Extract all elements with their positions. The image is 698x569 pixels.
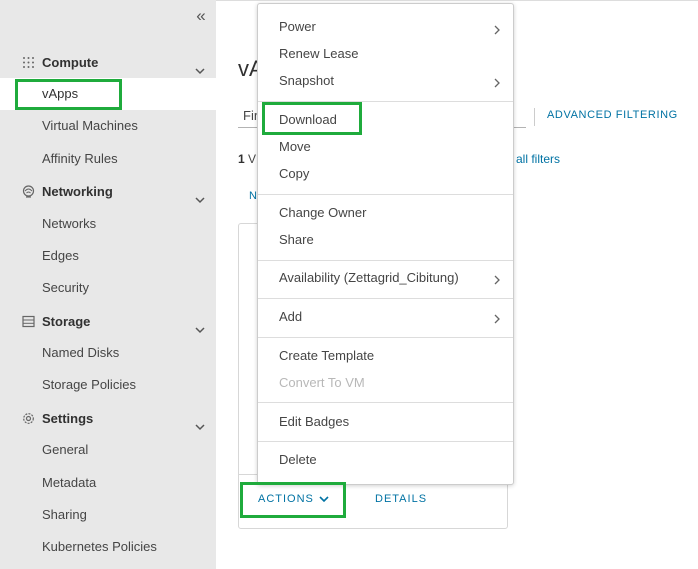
actions-label: ACTIONS — [258, 493, 314, 505]
collapse-sidebar-button[interactable]: « — [192, 6, 210, 26]
sidebar-item-sharing[interactable]: Sharing — [42, 505, 87, 525]
chevron-right-icon — [494, 314, 500, 324]
clear-all-filters-link[interactable]: all filters — [516, 152, 560, 166]
menu-separator — [258, 260, 513, 261]
chevron-right-icon — [494, 78, 500, 88]
menu-item-power[interactable]: Power — [279, 17, 316, 37]
sidebar-item-networks[interactable]: Networks — [42, 214, 96, 234]
menu-item-edit-badges[interactable]: Edit Badges — [279, 412, 349, 432]
menu-item-download[interactable]: Download — [279, 110, 337, 130]
menu-item-copy[interactable]: Copy — [279, 164, 309, 184]
menu-separator — [258, 298, 513, 299]
toolbar-divider — [534, 108, 535, 126]
menu-item-share[interactable]: Share — [279, 230, 314, 250]
sidebar-section-label: Settings — [42, 410, 94, 426]
result-count: 1 V — [238, 152, 256, 166]
sidebar-item-virtual-machines[interactable]: Virtual Machines — [42, 116, 138, 136]
sidebar-item-security[interactable]: Security — [42, 278, 89, 298]
menu-item-add[interactable]: Add — [279, 307, 302, 327]
sidebar-item-vapps[interactable]: vApps — [0, 78, 216, 110]
menu-separator — [258, 402, 513, 403]
sidebar-item-metadata[interactable]: Metadata — [42, 473, 96, 493]
menu-separator — [258, 337, 513, 338]
sidebar-section-label: Compute — [42, 54, 99, 70]
menu-separator — [258, 101, 513, 102]
sidebar: « Compute vApps Virtual Machines Affinit… — [0, 0, 216, 569]
menu-separator — [258, 194, 513, 195]
menu-item-move[interactable]: Move — [279, 137, 311, 157]
chevron-right-icon — [494, 25, 500, 35]
menu-item-convert-to-vm: Convert To VM — [279, 375, 365, 390]
sidebar-item-named-disks[interactable]: Named Disks — [42, 343, 119, 363]
gear-icon — [23, 412, 34, 424]
sidebar-section-networking[interactable]: Networking — [22, 181, 113, 201]
details-button[interactable]: DETAILS — [375, 493, 427, 505]
menu-item-snapshot[interactable]: Snapshot — [279, 71, 334, 91]
grid-icon — [23, 56, 34, 68]
sidebar-item-affinity-rules[interactable]: Affinity Rules — [42, 149, 118, 169]
sidebar-section-compute[interactable]: Compute — [22, 52, 98, 72]
actions-dropdown-menu: Power Renew Lease Snapshot Download Move… — [257, 3, 514, 485]
sidebar-item-edges[interactable]: Edges — [42, 246, 79, 266]
chevron-down-icon[interactable] — [193, 323, 207, 337]
sidebar-section-label: Storage — [42, 313, 91, 329]
chevron-down-icon[interactable] — [193, 193, 207, 207]
sidebar-section-label: Networking — [42, 183, 113, 199]
menu-item-change-owner[interactable]: Change Owner — [279, 203, 366, 223]
menu-item-delete[interactable]: Delete — [279, 450, 317, 470]
chevron-down-icon[interactable] — [193, 420, 207, 434]
header-divider — [216, 0, 698, 1]
menu-item-availability[interactable]: Availability (Zettagrid_Cibitung) — [279, 268, 459, 288]
menu-item-create-template[interactable]: Create Template — [279, 346, 374, 366]
advanced-filtering-link[interactable]: ADVANCED FILTERING — [547, 109, 678, 121]
result-count-text: V — [244, 152, 257, 166]
actions-button[interactable]: ACTIONS — [258, 493, 330, 505]
sidebar-item-kubernetes-policies[interactable]: Kubernetes Policies — [42, 537, 157, 557]
result-count-number: 1 — [238, 152, 245, 166]
sidebar-item-storage-policies[interactable]: Storage Policies — [42, 375, 136, 395]
sidebar-item-general[interactable]: General — [42, 440, 88, 460]
storage-icon — [22, 315, 35, 327]
chevron-down-icon[interactable] — [193, 64, 207, 78]
menu-item-renew-lease[interactable]: Renew Lease — [279, 44, 359, 64]
network-icon — [22, 184, 35, 198]
sidebar-section-storage[interactable]: Storage — [22, 311, 90, 331]
sidebar-section-settings[interactable]: Settings — [22, 408, 93, 428]
chevron-right-icon — [494, 275, 500, 285]
menu-separator — [258, 441, 513, 442]
chevron-down-icon — [319, 496, 329, 503]
